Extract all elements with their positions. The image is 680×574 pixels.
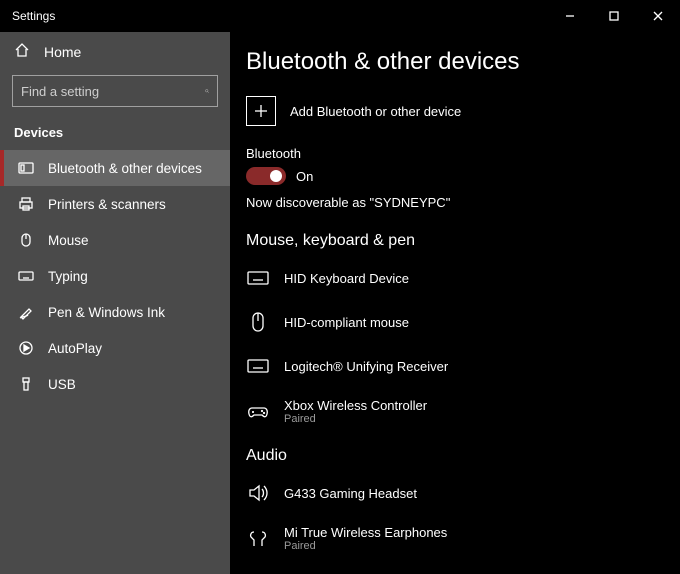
sidebar: Home Devices Bluetooth & other devices Pr… xyxy=(0,32,230,574)
sidebar-item-printers[interactable]: Printers & scanners xyxy=(0,186,230,222)
maximize-button[interactable] xyxy=(592,0,636,32)
minimize-button[interactable] xyxy=(548,0,592,32)
toggle-state: On xyxy=(296,169,313,184)
home-icon xyxy=(14,42,30,61)
plus-icon xyxy=(246,96,276,126)
section-title: Devices xyxy=(0,119,230,150)
mouse-icon xyxy=(18,232,34,248)
discoverable-text: Now discoverable as "SYDNEYPC" xyxy=(246,195,664,210)
device-item[interactable]: Xbox Wireless ControllerPaired xyxy=(246,392,664,439)
sidebar-item-usb[interactable]: USB xyxy=(0,366,230,402)
sidebar-item-mouse[interactable]: Mouse xyxy=(0,222,230,258)
gamepad-icon xyxy=(246,400,270,424)
sidebar-item-label: Mouse xyxy=(48,233,89,248)
sidebar-item-pen[interactable]: Pen & Windows Ink xyxy=(0,294,230,330)
autoplay-icon xyxy=(18,340,34,356)
sidebar-item-label: Bluetooth & other devices xyxy=(48,161,202,176)
device-item[interactable]: HID-compliant mouse xyxy=(246,304,664,348)
device-item[interactable]: HID Keyboard Device xyxy=(246,260,664,304)
home-button[interactable]: Home xyxy=(0,32,230,71)
device-item[interactable]: Logitech® Unifying Receiver xyxy=(246,348,664,392)
content: Bluetooth & other devices Add Bluetooth … xyxy=(230,32,680,574)
printers-icon xyxy=(18,196,34,212)
device-item[interactable]: G433 Gaming Headset xyxy=(246,475,664,519)
mouse-icon xyxy=(246,310,270,334)
keyboard-icon xyxy=(246,266,270,290)
sidebar-item-autoplay[interactable]: AutoPlay xyxy=(0,330,230,366)
device-name: Xbox Wireless Controller xyxy=(284,398,427,413)
category-title: Audio xyxy=(246,447,664,465)
app-name: Settings xyxy=(0,9,55,23)
page-title: Bluetooth & other devices xyxy=(246,48,664,76)
titlebar: Settings xyxy=(0,0,680,32)
sidebar-item-label: Typing xyxy=(48,269,88,284)
home-label: Home xyxy=(44,44,81,60)
earbuds-icon xyxy=(246,527,270,551)
keyboard-icon xyxy=(246,354,270,378)
sidebar-item-label: Printers & scanners xyxy=(48,197,166,212)
search-input[interactable] xyxy=(12,75,218,107)
bluetooth-label: Bluetooth xyxy=(246,146,664,161)
bluetooth-icon xyxy=(18,160,34,176)
search-icon xyxy=(205,84,209,98)
device-name: HID Keyboard Device xyxy=(284,271,409,286)
device-name: HID-compliant mouse xyxy=(284,315,409,330)
speaker-icon xyxy=(246,481,270,505)
usb-icon xyxy=(18,376,34,392)
sidebar-item-label: AutoPlay xyxy=(48,341,102,356)
device-status: Paired xyxy=(284,413,427,425)
bluetooth-toggle[interactable] xyxy=(246,167,286,185)
close-button[interactable] xyxy=(636,0,680,32)
sidebar-item-bluetooth[interactable]: Bluetooth & other devices xyxy=(0,150,230,186)
add-device-label: Add Bluetooth or other device xyxy=(290,104,461,119)
device-status: Paired xyxy=(284,540,447,552)
search-field[interactable] xyxy=(21,84,197,99)
sidebar-item-label: Pen & Windows Ink xyxy=(48,305,165,320)
category-title: Mouse, keyboard & pen xyxy=(246,232,664,250)
sidebar-item-typing[interactable]: Typing xyxy=(0,258,230,294)
device-item[interactable]: Mi True Wireless EarphonesPaired xyxy=(246,519,664,566)
device-name: G433 Gaming Headset xyxy=(284,486,417,501)
pen-icon xyxy=(18,304,34,320)
add-device-button[interactable]: Add Bluetooth or other device xyxy=(246,92,664,140)
device-name: Logitech® Unifying Receiver xyxy=(284,359,448,374)
sidebar-item-label: USB xyxy=(48,377,76,392)
typing-icon xyxy=(18,268,34,284)
device-item[interactable]: Speakers (Realtek High Definition Audio) xyxy=(246,566,664,574)
device-name: Mi True Wireless Earphones xyxy=(284,525,447,540)
